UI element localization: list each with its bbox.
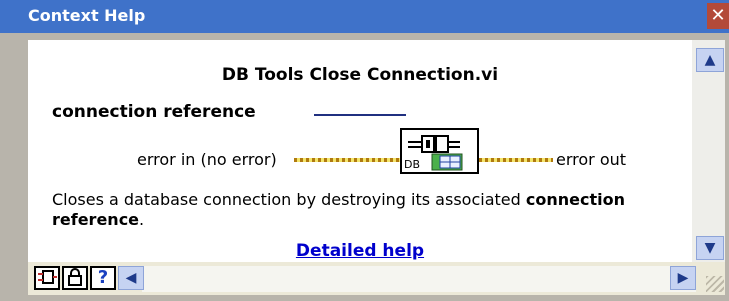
- db-icon-label: DB: [404, 158, 420, 171]
- show-optional-terminals-button[interactable]: [34, 266, 60, 290]
- chevron-left-icon: ◀: [125, 270, 137, 286]
- chevron-up-icon: ▲: [704, 52, 716, 68]
- help-button[interactable]: ?: [90, 266, 116, 290]
- error-in-label: error in (no error): [137, 150, 277, 169]
- error-out-label: error out: [556, 150, 627, 169]
- resize-grip[interactable]: [706, 276, 724, 292]
- help-icon: ?: [97, 267, 109, 288]
- connection-reference-wire: [314, 114, 406, 116]
- close-icon: ✕: [710, 5, 726, 26]
- window-title: Context Help: [28, 6, 146, 25]
- scroll-up-button[interactable]: ▲: [696, 48, 724, 72]
- detailed-help-link[interactable]: Detailed help: [28, 241, 692, 261]
- scroll-down-button[interactable]: ▼: [696, 236, 724, 260]
- close-button[interactable]: ✕: [707, 3, 729, 29]
- vertical-scrollbar[interactable]: [692, 40, 725, 262]
- terminal-icon: [38, 270, 57, 284]
- context-help-window: Context Help ✕ DB Tools Close Connection…: [0, 0, 729, 301]
- lock-button[interactable]: [62, 266, 88, 290]
- connection-reference-label: connection reference: [52, 102, 256, 122]
- description-prefix: Closes a database connection by destroyi…: [52, 190, 526, 209]
- description-suffix: .: [139, 210, 145, 229]
- error-out-wire: [479, 158, 553, 162]
- help-content: DB Tools Close Connection.vi connection …: [28, 40, 692, 262]
- chevron-right-icon: ▶: [677, 270, 689, 286]
- chevron-down-icon: ▼: [704, 240, 716, 256]
- vi-name-heading: DB Tools Close Connection.vi: [221, 65, 499, 85]
- title-bar[interactable]: Context Help ✕: [0, 0, 729, 33]
- scroll-right-button[interactable]: ▶: [670, 266, 696, 290]
- database-close-vi-icon: DB: [400, 128, 479, 174]
- description-text: Closes a database connection by destroyi…: [52, 190, 672, 230]
- lock-icon: [68, 268, 82, 286]
- horizontal-scrollbar[interactable]: [142, 266, 696, 292]
- vi-icon-graphic: DB: [402, 130, 477, 172]
- error-in-wire: [294, 158, 400, 162]
- scroll-left-button[interactable]: ◀: [118, 266, 144, 290]
